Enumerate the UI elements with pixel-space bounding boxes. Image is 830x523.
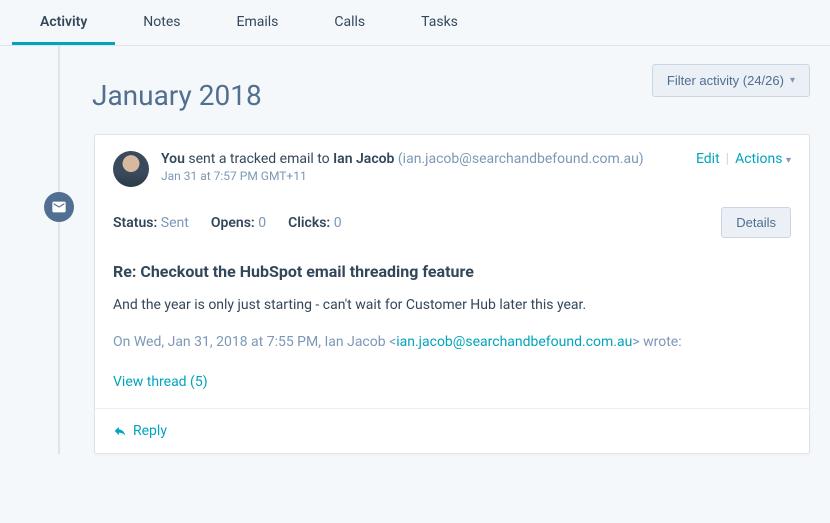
- divider: |: [726, 151, 729, 167]
- tab-calls[interactable]: Calls: [306, 0, 393, 45]
- sender-name: You: [161, 151, 185, 167]
- filter-activity-button[interactable]: Filter activity (24/26) ▾: [652, 64, 810, 97]
- header-summary: You sent a tracked email to Ian Jacob (i…: [161, 151, 684, 167]
- activity-card: You sent a tracked email to Ian Jacob (i…: [94, 134, 810, 454]
- opens-item: Opens: 0: [211, 215, 266, 231]
- tab-tasks[interactable]: Tasks: [393, 0, 486, 45]
- status-row: Status: Sent Opens: 0 Clicks: 0 Details: [95, 201, 809, 256]
- recipient-email: (ian.jacob@searchandbefound.com.au): [394, 151, 643, 167]
- clicks-item: Clicks: 0: [288, 215, 342, 231]
- reply-icon: [113, 424, 127, 438]
- tab-notes[interactable]: Notes: [115, 0, 208, 45]
- tab-activity[interactable]: Activity: [12, 0, 115, 45]
- reply-label: Reply: [133, 423, 167, 439]
- chevron-down-icon: ▾: [790, 75, 795, 86]
- quoted-email-link[interactable]: ian.jacob@searchandbefound.com.au: [396, 334, 632, 350]
- action-text: sent a tracked email to: [185, 151, 333, 167]
- quoted-suffix: > wrote:: [632, 334, 681, 350]
- status-label: Status:: [113, 215, 157, 231]
- tabs-bar: Activity Notes Emails Calls Tasks: [0, 0, 830, 46]
- chevron-down-icon: ▾: [786, 155, 791, 166]
- header-text: You sent a tracked email to Ian Jacob (i…: [161, 151, 684, 183]
- timeline-line: [58, 46, 60, 454]
- header-actions: Edit | Actions ▾: [696, 151, 791, 167]
- content-area: Filter activity (24/26) ▾ January 2018 Y…: [0, 46, 830, 454]
- details-button[interactable]: Details: [721, 207, 791, 238]
- timestamp: Jan 31 at 7:57 PM GMT+11: [161, 169, 684, 183]
- email-body: And the year is only just starting - can…: [95, 295, 809, 334]
- reply-button[interactable]: Reply: [95, 408, 809, 453]
- status-value: Sent: [161, 215, 189, 231]
- status-item: Status: Sent: [113, 215, 189, 231]
- opens-label: Opens:: [211, 215, 255, 231]
- filter-label: Filter activity (24/26): [667, 73, 784, 88]
- quoted-header: On Wed, Jan 31, 2018 at 7:55 PM, Ian Jac…: [95, 334, 809, 366]
- recipient-name: Ian Jacob: [333, 151, 394, 167]
- clicks-label: Clicks:: [288, 215, 330, 231]
- email-subject: Re: Checkout the HubSpot email threading…: [95, 256, 809, 295]
- view-thread-link[interactable]: View thread (5): [95, 366, 809, 408]
- quoted-prefix: On Wed, Jan 31, 2018 at 7:55 PM, Ian Jac…: [113, 334, 396, 350]
- card-header: You sent a tracked email to Ian Jacob (i…: [95, 135, 809, 201]
- opens-value: 0: [258, 215, 266, 231]
- tab-emails[interactable]: Emails: [209, 0, 307, 45]
- clicks-value: 0: [334, 215, 342, 231]
- email-timeline-icon: [44, 192, 74, 222]
- avatar: [113, 151, 149, 187]
- edit-link[interactable]: Edit: [696, 151, 720, 167]
- actions-dropdown[interactable]: Actions ▾: [735, 151, 791, 167]
